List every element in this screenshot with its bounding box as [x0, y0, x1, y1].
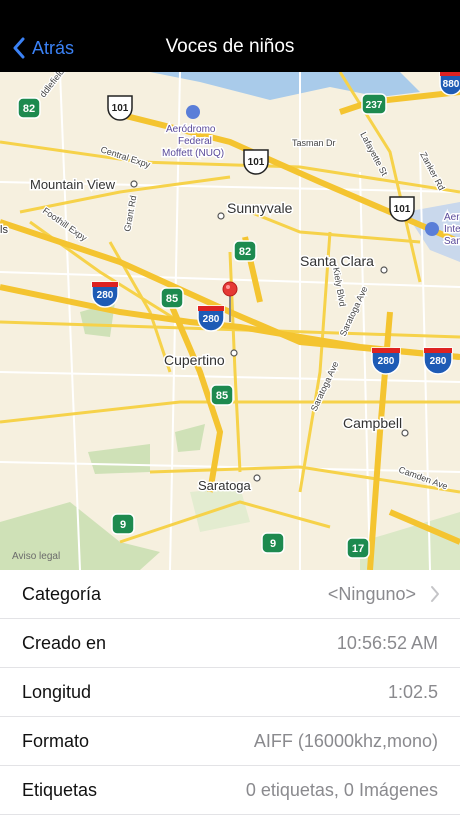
shield-280: 280 — [423, 347, 453, 375]
shield-880: 880 — [439, 72, 460, 96]
row-label: Etiquetas — [22, 779, 98, 800]
navigation-bar: Atrás Voces de niños — [0, 0, 460, 72]
shield-85: 85 — [210, 384, 234, 406]
svg-text:280: 280 — [430, 356, 447, 367]
created-row: Creado en 10:56:52 AM — [0, 619, 460, 668]
map-label-saratoga: Saratoga — [198, 478, 252, 493]
shield-101: 101 — [389, 196, 415, 222]
shield-9: 9 — [111, 513, 135, 535]
svg-text:280: 280 — [97, 290, 114, 301]
map-label-airport2: Aer — [444, 212, 460, 223]
shield-101: 101 — [243, 149, 269, 175]
svg-text:880: 880 — [443, 79, 460, 90]
map-view[interactable]: Mountain View Sunnyvale Santa Clara Cupe… — [0, 72, 460, 570]
row-label: Longitud — [22, 681, 92, 702]
shield-82: 82 — [233, 240, 257, 262]
row-value: 0 etiquetas, 0 Imágenes — [245, 779, 438, 800]
map-label-sunnyvale: Sunnyvale — [227, 200, 293, 216]
map-label-campbell: Campbell — [343, 415, 402, 431]
svg-text:101: 101 — [112, 103, 129, 114]
shield-85: 85 — [160, 287, 184, 309]
shield-280: 280 — [371, 347, 401, 375]
svg-text:85: 85 — [166, 293, 178, 305]
map-label-airport2: Inte — [444, 224, 460, 235]
map-label-cupertino: Cupertino — [164, 352, 225, 368]
length-row: Longitud 1:02.5 — [0, 668, 460, 717]
row-label: Creado en — [22, 632, 107, 653]
svg-text:9: 9 — [120, 519, 126, 531]
svg-text:280: 280 — [378, 356, 395, 367]
row-label: Categoría — [22, 583, 102, 604]
shield-280: 280 — [197, 305, 225, 332]
shield-101: 101 — [107, 95, 133, 121]
page-title: Voces de niños — [165, 36, 295, 57]
map-label-airport: Moffett (NUQ) — [162, 148, 224, 159]
legal-link[interactable]: Aviso legal — [12, 551, 60, 562]
tags-row[interactable]: Etiquetas 0 etiquetas, 0 Imágenes — [0, 766, 460, 815]
shield-237: 237 — [361, 93, 387, 115]
chevron-right-icon — [431, 586, 439, 602]
svg-text:237: 237 — [366, 100, 383, 111]
svg-text:280: 280 — [203, 314, 220, 325]
svg-text:101: 101 — [248, 157, 265, 168]
svg-text:85: 85 — [216, 390, 228, 402]
map-label-airport: Federal — [178, 136, 212, 147]
svg-text:101: 101 — [394, 204, 411, 215]
map-label-mountain-view: Mountain View — [30, 177, 116, 192]
shield-17: 17 — [346, 537, 370, 559]
row-label: Formato — [22, 730, 90, 751]
map-label-airport2: San — [444, 236, 460, 247]
row-value: 10:56:52 AM — [336, 632, 438, 653]
shield-9: 9 — [261, 532, 285, 554]
details-list: Categoría <Ninguno> Creado en 10:56:52 A… — [0, 570, 460, 815]
shield-280: 280 — [91, 281, 119, 308]
row-value: AIFF (16000khz,mono) — [253, 730, 438, 751]
shield-82: 82 — [17, 97, 41, 119]
map-label-ls: ls — [0, 224, 8, 236]
airport-icon — [186, 105, 200, 119]
airport-icon — [425, 222, 439, 236]
svg-text:82: 82 — [23, 103, 35, 115]
svg-text:82: 82 — [239, 246, 251, 258]
format-row: Formato AIFF (16000khz,mono) — [0, 717, 460, 766]
road-label: Tasman Dr — [292, 138, 336, 148]
map-label-airport: Aeródromo — [166, 124, 216, 135]
category-row[interactable]: Categoría <Ninguno> — [0, 570, 460, 619]
svg-text:17: 17 — [352, 543, 364, 555]
row-value: 1:02.5 — [387, 681, 438, 702]
row-value: <Ninguno> — [327, 583, 416, 604]
svg-text:9: 9 — [270, 538, 276, 550]
